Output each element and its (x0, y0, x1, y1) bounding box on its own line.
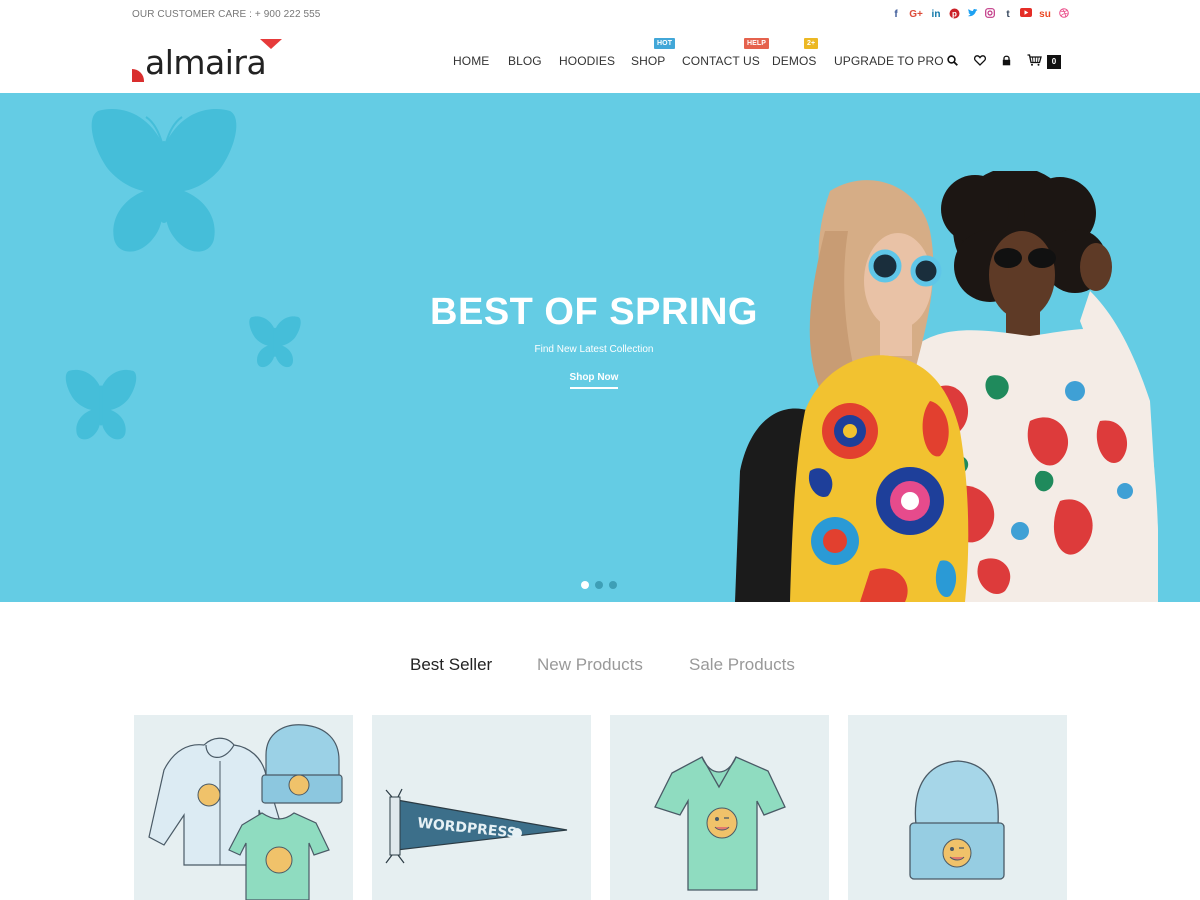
slider-dots (581, 581, 617, 589)
lock-icon[interactable] (998, 51, 1014, 69)
stumbleupon-icon[interactable]: su (1038, 8, 1052, 22)
product-image-beanie (909, 760, 1005, 880)
logo-mark (132, 69, 144, 82)
nav-contact-us[interactable]: CONTACT US HELP (682, 38, 770, 68)
cart-icon[interactable] (1025, 51, 1043, 69)
tab-best-seller[interactable]: Best Seller (410, 655, 492, 675)
nav-demos-label: DEMOS (772, 54, 817, 68)
slider-dot-3[interactable] (609, 581, 617, 589)
nav-home[interactable]: HOME (453, 54, 489, 68)
svg-text:p: p (952, 10, 957, 19)
heart-icon[interactable] (972, 51, 988, 69)
butterfly-decoration-small (249, 316, 301, 368)
butterfly-decoration-medium (65, 369, 137, 440)
pinterest-icon[interactable]: p (948, 8, 960, 22)
hero-models-image (735, 171, 1158, 602)
hero-title: BEST OF SPRING (430, 291, 758, 333)
social-links: f G+ in p t su (890, 8, 1070, 22)
site-logo[interactable]: almaira (132, 38, 287, 86)
nav-demos[interactable]: DEMOS 2+ (772, 38, 819, 68)
shop-now-underline (570, 387, 618, 389)
twitter-icon[interactable] (966, 8, 978, 22)
hero-subtitle: Find New Latest Collection (534, 344, 654, 355)
google-plus-icon[interactable]: G+ (908, 8, 924, 22)
nav-hoodies[interactable]: HOODIES (559, 54, 615, 68)
youtube-icon[interactable] (1020, 8, 1032, 22)
customer-care-text: OUR CUSTOMER CARE : + 900 222 555 (132, 9, 321, 20)
slider-dot-1[interactable] (581, 581, 589, 589)
cart-count-badge: 0 (1047, 55, 1061, 69)
product-card-4[interactable] (848, 715, 1067, 900)
shop-now-button[interactable]: Shop Now (560, 372, 628, 383)
product-tabs: Best Seller New Products Sale Products (0, 655, 1200, 677)
nav-upgrade-to-pro[interactable]: UPGRADE TO PRO (834, 54, 944, 68)
top-bar: OUR CUSTOMER CARE : + 900 222 555 f G+ i… (0, 0, 1200, 30)
product-image-vneck-tshirt (654, 756, 786, 891)
help-badge: HELP (744, 38, 770, 52)
butterfly-decoration (91, 108, 237, 252)
demos-badge: 2+ (804, 38, 819, 52)
dribbble-icon[interactable] (1058, 8, 1070, 22)
tab-new-products[interactable]: New Products (537, 655, 643, 675)
search-icon[interactable] (944, 51, 960, 69)
hero-slider: BEST OF SPRING Find New Latest Collectio… (0, 93, 1200, 602)
logo-triangle (260, 39, 282, 49)
nav-shop[interactable]: SHOP HOT (631, 38, 676, 68)
tab-sale-products[interactable]: Sale Products (689, 655, 795, 675)
nav-blog[interactable]: BLOG (508, 54, 542, 68)
product-image-pennant: WORDPRESS (385, 788, 568, 864)
slider-dot-2[interactable] (595, 581, 603, 589)
product-image-hoodie-set (148, 724, 343, 900)
site-header: almaira HOME BLOG HOODIES SHOP HOT CONTA… (0, 30, 1200, 93)
logo-text: almaira (145, 43, 267, 82)
linkedin-icon[interactable]: in (930, 8, 942, 22)
facebook-icon[interactable]: f (890, 8, 902, 22)
hot-badge: HOT (654, 38, 676, 52)
product-card-3[interactable] (610, 715, 829, 900)
nav-contact-label: CONTACT US (682, 54, 760, 68)
tumblr-icon[interactable]: t (1002, 8, 1014, 22)
nav-shop-label: SHOP (631, 54, 666, 68)
product-card-1[interactable] (134, 715, 353, 900)
instagram-icon[interactable] (984, 8, 996, 22)
product-card-2[interactable]: WORDPRESS (372, 715, 591, 900)
